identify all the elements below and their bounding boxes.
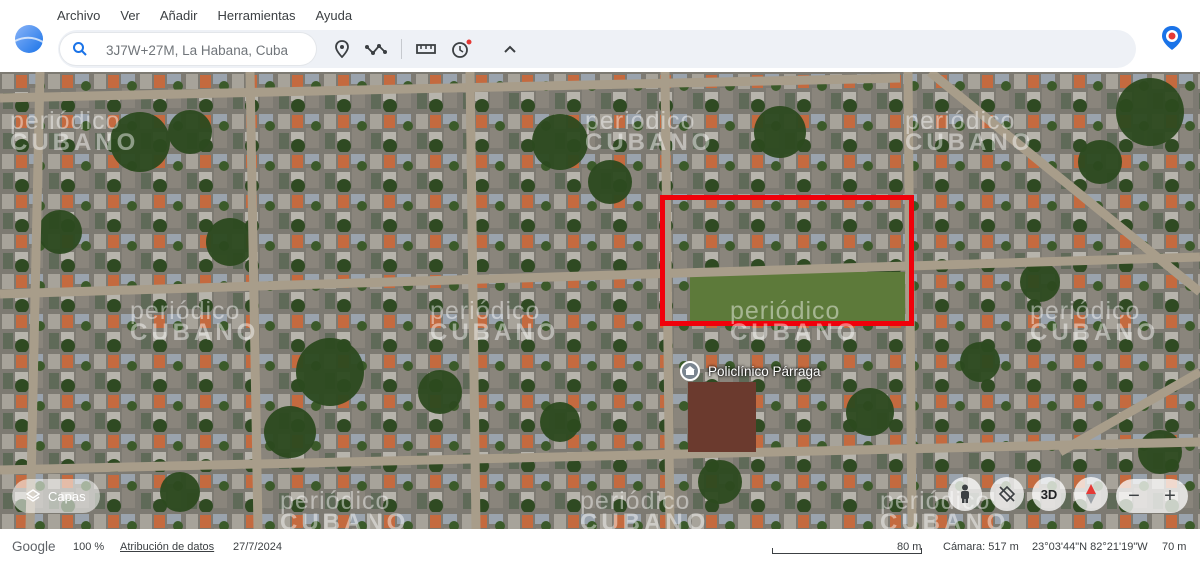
- status-bar: Google 100 % Atribución de datos 27/7/20…: [0, 529, 1200, 568]
- zoom-level: 100 %: [73, 541, 105, 553]
- view-3d-button[interactable]: 3D: [1032, 477, 1066, 511]
- google-logo: Google: [12, 539, 56, 554]
- layers-label: Capas: [48, 488, 86, 504]
- profile-pin-icon[interactable]: [1158, 24, 1186, 52]
- satellite-map[interactable]: periódico CUBANO periódico CUBANO periódic…: [0, 72, 1200, 529]
- camera-altitude: Cámara: 517 m: [943, 541, 1019, 553]
- ruler-icon[interactable]: [415, 38, 437, 60]
- search-icon[interactable]: [72, 41, 88, 57]
- pegman-icon: [961, 484, 969, 503]
- elevation: 70 m: [1162, 541, 1187, 553]
- collapse-chevron-icon[interactable]: [499, 38, 521, 60]
- search-box[interactable]: [60, 33, 316, 65]
- layers-icon: [26, 489, 40, 503]
- place-pin-icon[interactable]: [331, 38, 353, 60]
- menu-ayuda[interactable]: Ayuda: [315, 8, 352, 23]
- scale-label: 80 m: [897, 541, 922, 553]
- zoom-controls: − +: [1116, 479, 1188, 513]
- rotate-tilt-button[interactable]: [990, 477, 1024, 511]
- highlight-rectangle: [660, 195, 914, 326]
- hospital-icon[interactable]: [680, 361, 700, 381]
- tilt-off-icon: [998, 485, 1016, 503]
- street-view-button[interactable]: [948, 477, 982, 511]
- imagery-date: 27/7/2024: [233, 541, 282, 553]
- menu-bar: Archivo Ver Añadir Herramientas Ayuda: [57, 8, 372, 23]
- compass-icon: [1086, 484, 1096, 504]
- search-input[interactable]: [104, 40, 313, 60]
- menu-archivo[interactable]: Archivo: [57, 8, 100, 23]
- menu-anadir[interactable]: Añadir: [160, 8, 198, 23]
- poi-label[interactable]: Policlínico Párraga: [708, 364, 821, 379]
- attribution-link[interactable]: Atribución de datos: [120, 541, 214, 553]
- zoom-in-button[interactable]: +: [1152, 485, 1188, 508]
- coordinates: 23°03'44"N 82°21'19"W: [1032, 541, 1148, 553]
- history-icon[interactable]: [450, 38, 472, 60]
- path-icon[interactable]: [365, 38, 387, 60]
- layers-button[interactable]: Capas: [12, 479, 100, 513]
- earth-logo-icon: [14, 25, 44, 53]
- toolbar-divider: [401, 39, 402, 59]
- app-header: Archivo Ver Añadir Herramientas Ayuda: [0, 0, 1200, 72]
- poi-marker[interactable]: Policlínico Párraga: [680, 361, 821, 381]
- menu-ver[interactable]: Ver: [120, 8, 140, 23]
- satellite-imagery: [0, 72, 1200, 529]
- menu-herramientas[interactable]: Herramientas: [217, 8, 295, 23]
- toolbar: [58, 30, 1136, 68]
- compass-button[interactable]: [1074, 477, 1108, 511]
- zoom-out-button[interactable]: −: [1116, 485, 1152, 508]
